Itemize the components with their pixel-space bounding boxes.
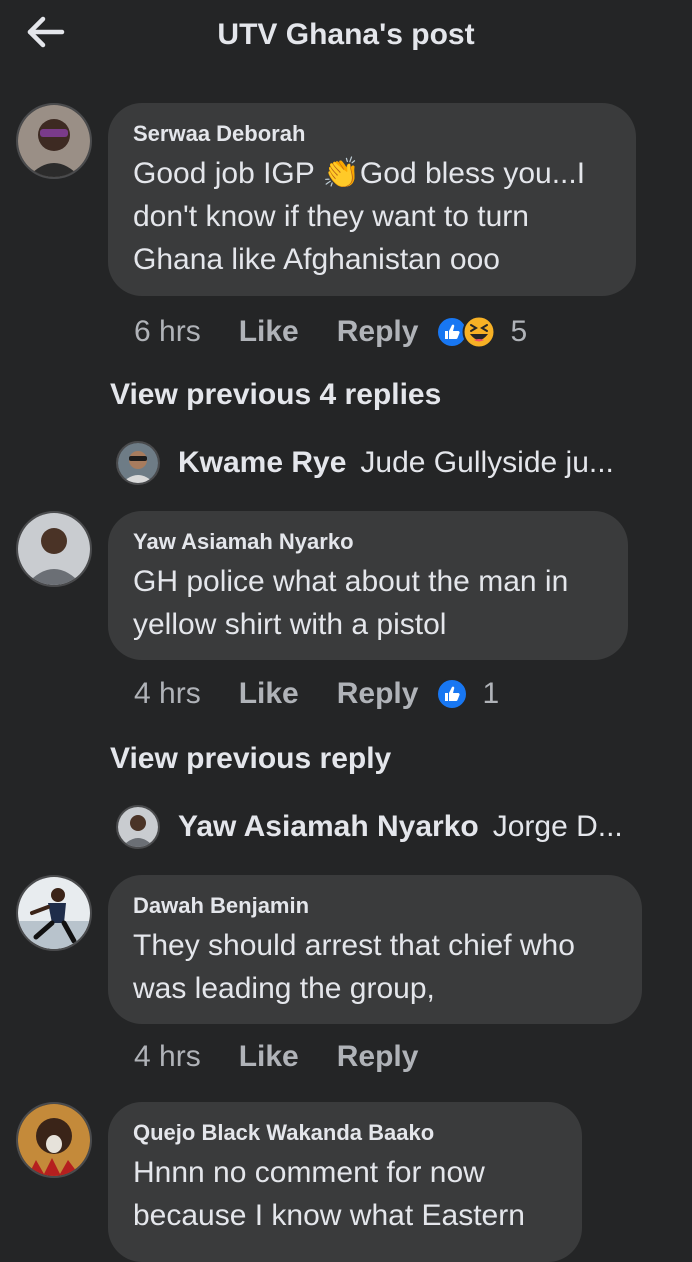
comment-text: They should arrest that chief who was le…: [133, 924, 616, 1010]
comment-line: yellow shirt with a pistol: [133, 608, 447, 641]
reactions[interactable]: [436, 315, 496, 349]
reactions[interactable]: [436, 678, 469, 710]
haha-reaction-icon: [462, 315, 496, 349]
avatar[interactable]: [16, 875, 92, 951]
comment-actions: 4 hrs Like Reply 1: [134, 674, 499, 714]
comment-line: GH police what about the man in: [133, 565, 569, 598]
comment-actions: 4 hrs Like Reply: [134, 1037, 456, 1077]
reply-text: Jude Gullyside ju...: [360, 446, 614, 479]
comment-author[interactable]: Dawah Benjamin: [133, 893, 616, 919]
avatar[interactable]: [16, 103, 92, 179]
comment-line: Good job IGP 👏God bless you...I: [133, 157, 586, 190]
comment-text: GH police what about the man in yellow s…: [133, 560, 602, 646]
page-title: UTV Ghana's post: [217, 18, 475, 51]
comment-text: Hnnn no comment for now because I know w…: [133, 1151, 556, 1237]
comment-time: 4 hrs: [134, 1040, 201, 1073]
comment-text: Good job IGP 👏God bless you...I don't kn…: [133, 152, 610, 281]
reply-preview[interactable]: Kwame Rye Jude Gullyside ju...: [116, 441, 614, 485]
like-button[interactable]: Like: [239, 677, 299, 711]
reply-button[interactable]: Reply: [337, 1040, 419, 1074]
comment-line: was leading the group,: [133, 972, 435, 1005]
comment-author[interactable]: Serwaa Deborah: [133, 121, 610, 147]
comment-line: They should arrest that chief who: [133, 929, 575, 962]
comment-time: 4 hrs: [134, 677, 201, 710]
view-previous-replies[interactable]: View previous 4 replies: [110, 378, 441, 412]
like-button[interactable]: Like: [239, 1040, 299, 1074]
reply-text: Jorge D...: [492, 810, 623, 843]
comment-time: 6 hrs: [134, 315, 201, 348]
comment-bubble: Quejo Black Wakanda Baako Hnnn no commen…: [108, 1102, 582, 1262]
like-reaction-icon: [436, 678, 469, 710]
comment-author[interactable]: Yaw Asiamah Nyarko: [133, 529, 602, 555]
comment-bubble: Serwaa Deborah Good job IGP 👏God bless y…: [108, 103, 636, 296]
comment-bubble: Dawah Benjamin They should arrest that c…: [108, 875, 642, 1024]
comment-bubble: Yaw Asiamah Nyarko GH police what about …: [108, 511, 628, 660]
reply-button[interactable]: Reply: [337, 677, 419, 711]
avatar: [116, 441, 160, 485]
reply-author: Yaw Asiamah Nyarko: [178, 810, 479, 843]
reaction-count: 1: [482, 677, 500, 710]
reply-preview[interactable]: Yaw Asiamah Nyarko Jorge D...: [116, 805, 623, 849]
view-previous-replies[interactable]: View previous reply: [110, 742, 391, 776]
like-button[interactable]: Like: [239, 315, 299, 349]
comment-line: Hnnn no comment for now: [133, 1156, 485, 1189]
avatar[interactable]: [16, 511, 92, 587]
reaction-count: 5: [510, 315, 528, 348]
reply-author: Kwame Rye: [178, 446, 347, 479]
avatar: [116, 805, 160, 849]
comment-actions: 6 hrs Like Reply 5: [134, 312, 527, 352]
comment-line: don't know if they want to turn: [133, 200, 529, 233]
reply-button[interactable]: Reply: [337, 315, 419, 349]
comment-line: Ghana like Afghanistan ooo: [133, 243, 500, 276]
app-header: UTV Ghana's post: [0, 0, 692, 72]
avatar[interactable]: [16, 1102, 92, 1178]
comment-author[interactable]: Quejo Black Wakanda Baako: [133, 1120, 556, 1146]
